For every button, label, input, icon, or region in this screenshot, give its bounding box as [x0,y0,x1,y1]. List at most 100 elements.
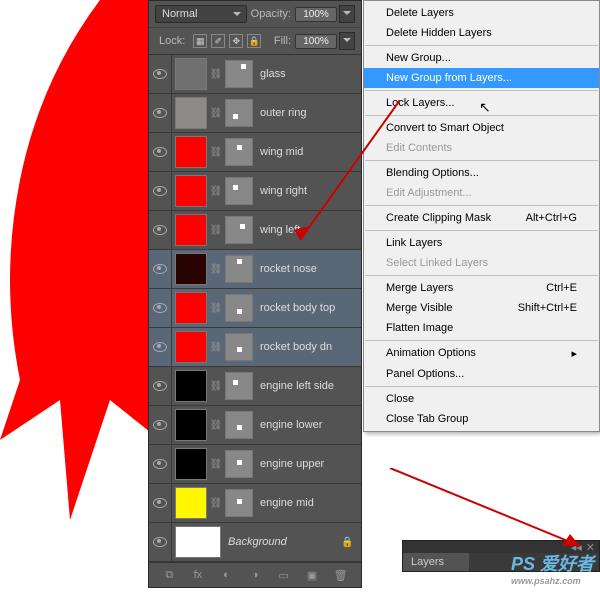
cursor-icon: ↖ [479,99,491,116]
layer-row[interactable]: ⛓ glass [149,55,361,94]
menu-merge-visible[interactable]: Merge VisibleShift+Ctrl+E [364,298,599,318]
link-indicator: ⛓ [210,449,222,479]
layer-thumbnail [175,292,207,324]
layer-name[interactable]: outer ring [256,107,361,119]
layer-row[interactable]: ⛓ engine lower [149,406,361,445]
visibility-toggle[interactable] [149,445,172,483]
layer-thumbnail [175,58,207,90]
visibility-toggle[interactable] [149,523,172,561]
lock-image-icon[interactable]: ✐ [211,34,225,48]
visibility-toggle[interactable] [149,133,172,171]
layer-row[interactable]: ⛓engine mid [149,484,361,523]
watermark: PS 爱好者 www.psahz.com [511,550,594,586]
visibility-toggle[interactable] [149,94,172,132]
fx-icon[interactable]: fx [189,568,207,582]
layer-row[interactable]: ⛓rocket body dn [149,328,361,367]
visibility-toggle[interactable] [149,172,172,210]
opacity-label: Opacity: [251,8,291,20]
layer-name[interactable]: wing mid [256,146,361,158]
blend-toolbar: Normal Opacity: 100% [149,1,361,28]
layer-row[interactable]: ⛓rocket body top [149,289,361,328]
visibility-toggle[interactable] [149,250,172,288]
new-group-icon[interactable]: ▭ [275,568,293,582]
opacity-dropdown[interactable] [339,5,355,23]
vector-mask-thumbnail [225,294,253,322]
panel-footer: ⧉ fx ◐ ◑ ▭ ▣ 🗑 [149,562,361,587]
opacity-value[interactable]: 100% [295,7,337,22]
menu-close-tab-group[interactable]: Close Tab Group [364,409,599,429]
layer-thumbnail [175,487,207,519]
menu-edit-adjustment: Edit Adjustment... [364,183,599,203]
mask-icon[interactable]: ◐ [217,568,235,582]
layer-thumbnail [175,448,207,480]
layer-thumbnail [175,136,207,168]
layer-name[interactable]: engine upper [256,458,361,470]
delete-layer-icon[interactable]: 🗑 [332,568,350,582]
background-rocket-silhouette [0,0,160,560]
lock-icons: ▦ ✐ ✥ 🔒 [193,34,261,48]
link-indicator: ⛓ [210,215,222,245]
menu-new-group-from-layers[interactable]: New Group from Layers... [364,68,599,88]
vector-mask-thumbnail [225,450,253,478]
visibility-toggle[interactable] [149,406,172,444]
menu-animation-options[interactable]: Animation Options▸ [364,343,599,364]
menu-create-clipping-mask[interactable]: Create Clipping MaskAlt+Ctrl+G [364,208,599,228]
layer-thumbnail [175,175,207,207]
layer-name[interactable]: wing left [256,224,361,236]
menu-close[interactable]: Close [364,389,599,409]
layer-row[interactable]: ⛓engine left side [149,367,361,406]
layer-row[interactable]: ⛓wing right [149,172,361,211]
visibility-toggle[interactable] [149,328,172,366]
layer-name[interactable]: glass [256,68,361,80]
lock-all-icon[interactable]: 🔒 [247,34,261,48]
background-thumbnail [175,526,221,558]
layer-name[interactable]: wing right [256,185,361,197]
layer-name[interactable]: rocket body top [256,302,361,314]
layer-thumbnail [175,253,207,285]
layer-name[interactable]: rocket body dn [256,341,361,353]
visibility-toggle[interactable] [149,211,172,249]
layer-row[interactable]: ⛓ outer ring [149,94,361,133]
menu-link-layers[interactable]: Link Layers [364,233,599,253]
layer-thumbnail [175,370,207,402]
layer-row[interactable]: ⛓wing mid [149,133,361,172]
visibility-toggle[interactable] [149,367,172,405]
fill-dropdown[interactable] [339,32,355,50]
menu-panel-options[interactable]: Panel Options... [364,364,599,384]
menu-merge-layers[interactable]: Merge LayersCtrl+E [364,278,599,298]
layer-name[interactable]: engine lower [256,419,361,431]
lock-transparency-icon[interactable]: ▦ [193,34,207,48]
menu-flatten[interactable]: Flatten Image [364,318,599,338]
layer-name[interactable]: engine left side [256,380,361,392]
menu-delete-hidden[interactable]: Delete Hidden Layers [364,23,599,43]
background-layer-row[interactable]: Background 🔒 [149,523,361,562]
layer-name[interactable]: rocket nose [256,263,361,275]
vector-mask-thumbnail [225,333,253,361]
layers-tab-label[interactable]: Layers [403,553,469,571]
layer-row[interactable]: ⛓ engine upper [149,445,361,484]
link-indicator: ⛓ [210,410,222,440]
menu-new-group[interactable]: New Group... [364,48,599,68]
new-layer-icon[interactable]: ▣ [303,568,321,582]
link-layers-icon[interactable]: ⧉ [160,568,178,582]
lock-position-icon[interactable]: ✥ [229,34,243,48]
menu-delete-layers[interactable]: Delete Layers [364,3,599,23]
layer-thumbnail [175,214,207,246]
blend-mode-dropdown[interactable]: Normal [155,5,247,23]
vector-mask-thumbnail [225,255,253,283]
visibility-toggle[interactable] [149,289,172,327]
adjustment-icon[interactable]: ◑ [246,568,264,582]
menu-convert-smart[interactable]: Convert to Smart Object [364,118,599,138]
layers-panel: Normal Opacity: 100% Lock: ▦ ✐ ✥ 🔒 Fill:… [148,0,362,588]
layer-row[interactable]: ⛓ rocket nose [149,250,361,289]
layer-row[interactable]: ⛓ wing left [149,211,361,250]
link-indicator: ⛓ [210,98,222,128]
menu-blending-options[interactable]: Blending Options... [364,163,599,183]
link-indicator: ⛓ [210,59,222,89]
fill-value[interactable]: 100% [295,34,337,49]
layer-name[interactable]: engine mid [256,497,361,509]
visibility-toggle[interactable] [149,484,172,522]
visibility-toggle[interactable] [149,55,172,93]
lock-icon: 🔒 [341,537,353,548]
link-indicator: ⛓ [210,254,222,284]
